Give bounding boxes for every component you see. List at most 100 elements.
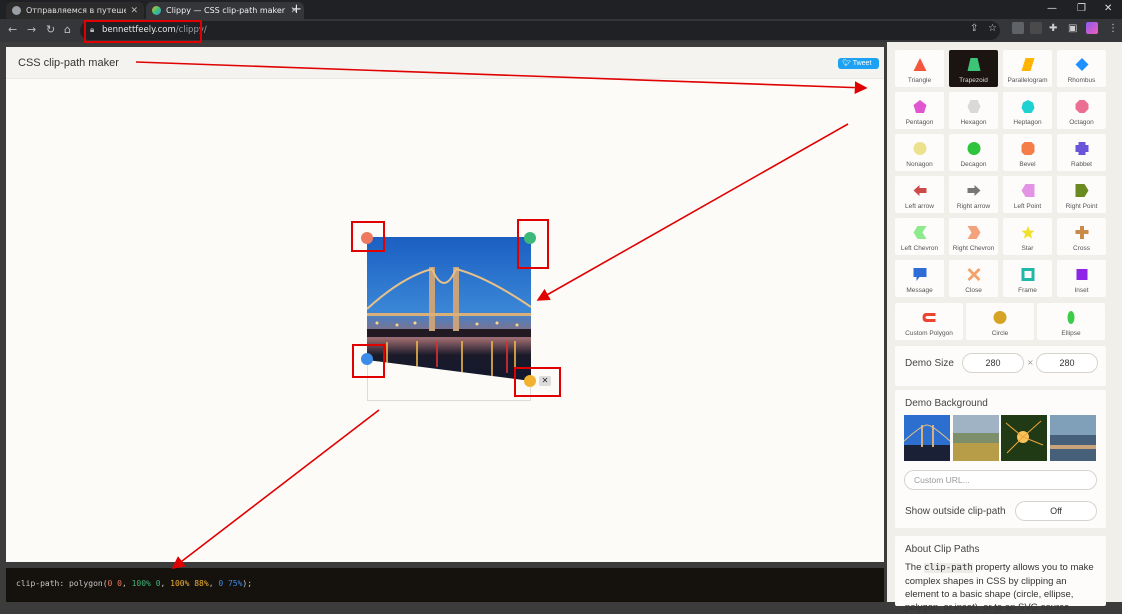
- cross-icon: [1075, 226, 1088, 239]
- window-close-icon[interactable]: ✕: [1104, 3, 1112, 14]
- annotation-box-url: [84, 20, 202, 43]
- tab-title: Clippy — CSS clip-path maker: [166, 6, 286, 15]
- shape-button-right-arrow[interactable]: Right arrow: [949, 176, 998, 213]
- code-point-3: 100% 88%: [170, 579, 209, 588]
- forward-icon[interactable]: →: [27, 23, 36, 36]
- shape-button-heptagon[interactable]: Heptagon: [1003, 92, 1052, 129]
- shape-button-trapezoid[interactable]: Trapezoid: [949, 50, 998, 87]
- shape-button-left-point[interactable]: Left Point: [1003, 176, 1052, 213]
- minimize-icon[interactable]: —: [1047, 3, 1057, 14]
- size-separator: ×: [1027, 358, 1034, 367]
- shape-label: Right arrow: [956, 203, 991, 210]
- close-icon[interactable]: ✕: [130, 6, 138, 16]
- shape-button-rhombus[interactable]: Rhombus: [1057, 50, 1106, 87]
- demo-height-input[interactable]: 280: [1036, 353, 1098, 373]
- shape-label: Left Point: [1013, 203, 1042, 210]
- parallelogram-icon: [1021, 58, 1034, 71]
- nonagon-icon: [913, 142, 926, 155]
- about-title: About Clip Paths: [905, 544, 980, 555]
- share-icon[interactable]: ⇪: [970, 23, 978, 34]
- address-bar[interactable]: 🔒︎ bennettfeely.com/clippy/: [80, 21, 1000, 40]
- shape-button-ellipse[interactable]: Ellipse: [1037, 303, 1105, 340]
- page-title: CSS clip-path maker: [18, 57, 119, 69]
- frame-icon: [1021, 268, 1034, 281]
- shape-button-left-chevron[interactable]: Left Chevron: [895, 218, 944, 255]
- shape-label: Octagon: [1069, 119, 1094, 126]
- inset-icon: [1076, 269, 1087, 280]
- code-point-2: 100% 0: [131, 579, 161, 588]
- shape-button-star[interactable]: Star: [1003, 218, 1052, 255]
- shape-button-octagon[interactable]: Octagon: [1057, 92, 1106, 129]
- back-icon[interactable]: ←: [8, 23, 17, 36]
- extension-icon[interactable]: [1030, 22, 1042, 34]
- shape-button-right-point[interactable]: Right Point: [1057, 176, 1106, 213]
- profile-avatar-icon[interactable]: [1086, 22, 1098, 34]
- menu-kebab-icon[interactable]: ⋮: [1108, 23, 1118, 34]
- demo-width-input[interactable]: 280: [962, 353, 1024, 373]
- shape-button-close[interactable]: Close: [949, 260, 998, 297]
- tweet-button[interactable]: 🐦︎ Tweet: [838, 58, 879, 69]
- shape-button-parallelogram[interactable]: Parallelogram: [1003, 50, 1052, 87]
- shape-button-right-chevron[interactable]: Right Chevron: [949, 218, 998, 255]
- heptagon-icon: [1021, 100, 1034, 113]
- shape-button-hexagon[interactable]: Hexagon: [949, 92, 998, 129]
- code-point-1: 0 0: [107, 579, 122, 588]
- code-end: );: [242, 579, 253, 588]
- shape-label: Star: [1021, 245, 1034, 252]
- tab-travel[interactable]: Отправляемся в путешествие! ✕: [6, 2, 144, 19]
- tab-clippy[interactable]: Clippy — CSS clip-path maker ✕: [146, 2, 304, 19]
- restore-icon[interactable]: ❐: [1077, 3, 1086, 14]
- background-thumb-sea[interactable]: [1050, 415, 1096, 461]
- right-arrow-icon: [967, 185, 980, 196]
- shape-label: Heptagon: [1013, 119, 1042, 126]
- shape-label: Nonagon: [906, 161, 933, 168]
- shape-label: Inset: [1074, 287, 1089, 294]
- shape-label: Bevel: [1019, 161, 1036, 168]
- triangle-icon: [913, 58, 926, 71]
- pentagon-icon: [913, 100, 926, 113]
- shape-button-message[interactable]: Message: [895, 260, 944, 297]
- shape-button-bevel[interactable]: Bevel: [1003, 134, 1052, 171]
- background-thumb-sparkler[interactable]: [1001, 415, 1047, 461]
- shape-button-rabbet[interactable]: Rabbet: [1057, 134, 1106, 171]
- show-outside-toggle[interactable]: Off: [1015, 501, 1097, 521]
- bookmark-star-icon[interactable]: ☆: [988, 23, 997, 34]
- shape-button-custom-polygon[interactable]: Custom Polygon: [895, 303, 963, 340]
- clip-path-code-output[interactable]: clip-path: polygon(0 0, 100% 0, 100% 88%…: [6, 568, 884, 602]
- demo-background-label: Demo Background: [905, 398, 988, 409]
- shape-button-inset[interactable]: Inset: [1057, 260, 1106, 297]
- extension-icon[interactable]: [1012, 22, 1024, 34]
- new-tab-icon[interactable]: +: [291, 2, 302, 17]
- globe-icon: [12, 6, 21, 15]
- code-point-4: 0 75%: [218, 579, 243, 588]
- shape-button-left-arrow[interactable]: Left arrow: [895, 176, 944, 213]
- side-panel-icon[interactable]: ▣: [1068, 23, 1077, 34]
- shape-button-pentagon[interactable]: Pentagon: [895, 92, 944, 129]
- demo-size-panel: Demo Size 280 × 280: [895, 346, 1106, 386]
- shape-label: Hexagon: [960, 119, 987, 126]
- shape-button-decagon[interactable]: Decagon: [949, 134, 998, 171]
- shape-label: Left Chevron: [900, 245, 939, 252]
- home-icon[interactable]: ⌂: [64, 23, 71, 36]
- right-point-icon: [1075, 184, 1088, 197]
- reload-icon[interactable]: ↻: [46, 23, 55, 36]
- shape-label: Right Point: [1065, 203, 1098, 210]
- left-chevron-icon: [913, 226, 926, 239]
- background-thumb-bridge[interactable]: [904, 415, 950, 461]
- code-prop: clip-path: polygon(: [16, 579, 108, 588]
- puzzle-extensions-icon[interactable]: ✚: [1049, 23, 1057, 34]
- bevel-icon: [1021, 142, 1034, 155]
- background-thumb-landscape[interactable]: [953, 415, 999, 461]
- shape-button-frame[interactable]: Frame: [1003, 260, 1052, 297]
- right-chevron-icon: [967, 226, 980, 239]
- shape-button-triangle[interactable]: Triangle: [895, 50, 944, 87]
- custom-url-input[interactable]: Custom URL...: [904, 470, 1097, 490]
- shape-label: Frame: [1018, 287, 1037, 294]
- shape-button-cross[interactable]: Cross: [1057, 218, 1106, 255]
- shape-label: Decagon: [960, 161, 987, 168]
- close-icon: [967, 268, 980, 281]
- annotation-box-handle: [351, 221, 385, 252]
- shape-button-circle[interactable]: Circle: [966, 303, 1034, 340]
- about-text: The clip-path property allows you to mak…: [905, 561, 1100, 614]
- shape-button-nonagon[interactable]: Nonagon: [895, 134, 944, 171]
